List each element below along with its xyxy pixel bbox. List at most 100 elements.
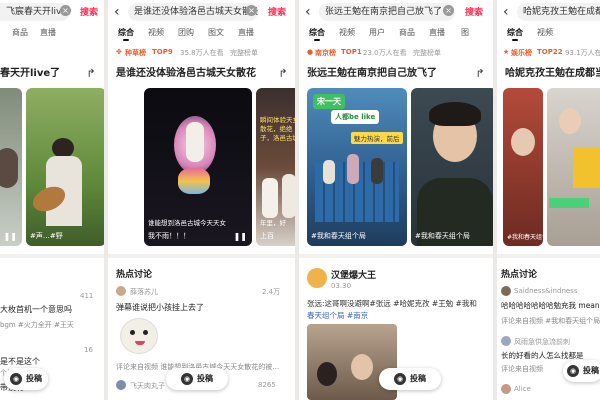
search-panel-3: ‹ 张远王勉在南京把自己放飞了 × 搜索 综合 视频 用户 商品 直播 图 ● … <box>299 0 493 400</box>
tab-all[interactable]: 综合 <box>507 27 523 41</box>
topic-title[interactable]: 哈妮克孜王勉在成都当rap <box>497 64 600 84</box>
like-count: 8265 <box>258 381 276 389</box>
post-body[interactable]: 张远:这哥啊没避啊#张远 #哈妮克孜 #王勉 #我和 <box>307 298 477 309</box>
back-arrow-icon[interactable]: ‹ <box>114 4 120 20</box>
person-hair <box>429 102 481 126</box>
avatar[interactable] <box>501 384 511 394</box>
video-card[interactable]: ❚❚ <box>0 88 22 246</box>
avatar[interactable] <box>116 286 126 296</box>
share-icon[interactable]: ↱ <box>473 67 487 81</box>
comment-username[interactable]: 风雨急供急流前刺 <box>514 337 570 347</box>
comment-text[interactable]: 哈哈哈哈哈哈哈勉充我 mean <box>501 300 600 311</box>
video-card[interactable] <box>547 88 600 246</box>
search-input[interactable]: 哈妮克孜王勉在成都 <box>517 3 600 21</box>
rank-heat: 35.8万人在看 <box>180 49 224 57</box>
flower-bouquet <box>178 168 210 194</box>
overlay-sticker: 魅力热演，前后 <box>351 132 403 144</box>
video-row: #我和春天组个 <box>497 84 600 254</box>
tab-goods[interactable]: 商品 <box>399 27 415 38</box>
tab-user[interactable]: 用户 <box>369 27 385 38</box>
camera-icon: ◉ <box>10 372 22 385</box>
post-button[interactable]: ◉ 投稿 <box>166 368 228 390</box>
tab-bar: 商品 直播 <box>0 27 104 43</box>
rank-info[interactable]: ● 南京榜 TOP1 23.0万人在看 完整榜单 <box>299 48 493 62</box>
tab-video[interactable]: 视频 <box>537 27 553 38</box>
tab-live[interactable]: 直播 <box>429 27 445 38</box>
video-card[interactable]: 谁能想到洛邑古城今天天女 我不雨！！！ ❚❚ <box>144 88 252 246</box>
tab-live[interactable]: 直播 <box>40 27 56 38</box>
panel-2-header: ‹ 是谁还没体验洛邑古城天女散花 × 搜索 综合 视频 团购 图文 直播 ✤ 种… <box>108 0 295 66</box>
comment-text[interactable]: 弹幕谁说把小孩挂上去了 <box>116 302 204 313</box>
camera-icon: ◉ <box>567 364 579 377</box>
tab-video[interactable]: 视频 <box>339 27 355 38</box>
author-name[interactable]: 汉堡爆大王 <box>331 268 376 281</box>
search-button[interactable]: 搜索 <box>465 5 483 18</box>
video-card[interactable]: 宋一天 人都be like 魅力热演，前后 #我和春天组个局 <box>307 88 407 246</box>
rank-number: TOP9 <box>152 48 173 56</box>
video-footer: 上百 <box>260 232 274 240</box>
search-bar: ‹ 张远王勉在南京把自己放飞了 × 搜索 <box>299 0 493 24</box>
rank-number: TOP1 <box>341 48 362 56</box>
video-caption: #声…#野 <box>30 232 63 240</box>
location-pin-icon: ● <box>307 48 314 56</box>
person-figure <box>282 174 295 218</box>
pause-icon[interactable]: ❚❚ <box>234 232 247 241</box>
video-card[interactable]: #我和春天组个局 <box>411 88 493 246</box>
search-button[interactable]: 搜索 <box>80 5 98 18</box>
tab-group[interactable]: 团购 <box>178 27 194 38</box>
comment-source[interactable]: bgm #火力全开 #王天 <box>0 320 74 330</box>
tab-live[interactable]: 直播 <box>238 27 254 38</box>
video-card[interactable]: #我和春天组个 <box>503 88 543 246</box>
tab-image[interactable]: 图 <box>461 27 469 38</box>
video-card[interactable]: 瞬间体验天女散花，绝绝子，洛邑古城 年里，好 上百 <box>256 88 295 246</box>
tab-goods[interactable]: 商品 <box>12 27 28 38</box>
search-input[interactable]: 张远王勉在南京把自己放飞了 <box>319 3 455 21</box>
author-avatar[interactable] <box>307 268 327 288</box>
comment-username[interactable]: Saidness&indness <box>514 287 577 295</box>
rank-full-link[interactable]: 完整榜单 <box>230 48 258 58</box>
post-body-tags[interactable]: 春天组个局 #南京 <box>307 310 368 321</box>
search-button[interactable]: 搜索 <box>268 5 286 18</box>
topic-title[interactable]: 是谁还没体验洛邑古城天女散花 <box>108 64 295 84</box>
video-card[interactable]: #声…#野 <box>26 88 104 246</box>
search-input[interactable]: 是谁还没体验洛邑古城天女散花 <box>128 3 258 21</box>
video-footer: 我不雨！！！ <box>148 232 190 240</box>
person-face <box>511 128 535 156</box>
tab-video[interactable]: 视频 <box>148 27 164 38</box>
clear-icon[interactable]: × <box>246 5 257 16</box>
tab-all[interactable]: 综合 <box>118 27 134 41</box>
comment-text[interactable]: 大枚首机一个意思吗 <box>0 304 72 315</box>
back-arrow-icon[interactable]: ‹ <box>503 4 509 20</box>
comment-text[interactable]: 是不是这个 <box>0 356 40 367</box>
rank-info[interactable]: ✤ 种草榜 TOP9 35.8万人在看 完整榜单 <box>108 48 295 62</box>
share-icon[interactable]: ↱ <box>276 67 290 81</box>
topic-title[interactable]: 张远王勉在南京把自己放飞了 <box>299 64 493 84</box>
avatar[interactable] <box>501 286 511 296</box>
clear-icon[interactable]: × <box>60 5 71 16</box>
video-row: ❚❚ #声…#野 <box>0 84 104 254</box>
comment-username[interactable]: 薛落苏儿 <box>130 287 158 297</box>
rank-info[interactable]: ★ 娱乐榜 TOP22 93.1万人在看 <box>497 48 600 62</box>
post-button[interactable]: ◉ 投稿 <box>4 368 48 390</box>
performer-figure <box>186 122 204 162</box>
share-icon[interactable]: ↱ <box>84 67 98 81</box>
person-figure <box>323 160 335 184</box>
tab-all[interactable]: 综合 <box>309 27 325 41</box>
tab-article[interactable]: 图文 <box>208 27 224 38</box>
post-button[interactable]: ◉ 投稿 <box>379 368 441 390</box>
tab-bar: 综合 视频 <box>497 27 600 43</box>
comment-source[interactable]: 评论来自视频 #我和春天组个局 <box>501 316 600 326</box>
comment-username[interactable]: Alice <box>514 385 531 393</box>
back-arrow-icon[interactable]: ‹ <box>305 4 311 20</box>
avatar[interactable] <box>501 336 511 346</box>
camera-icon: ◉ <box>394 372 406 385</box>
avatar[interactable] <box>116 380 126 390</box>
post-image[interactable] <box>307 324 397 400</box>
rank-full-link[interactable]: 完整榜单 <box>413 48 441 58</box>
video-caption: #我和春天组个 <box>507 234 543 241</box>
comment-username[interactable]: 飞天肉丸子 <box>130 381 165 391</box>
comment-source[interactable]: 评论来自视频 <box>501 364 543 374</box>
pause-icon[interactable]: ❚❚ <box>4 232 17 241</box>
post-button[interactable]: ◉ 投稿 <box>563 360 600 382</box>
clear-icon[interactable]: × <box>443 5 454 16</box>
